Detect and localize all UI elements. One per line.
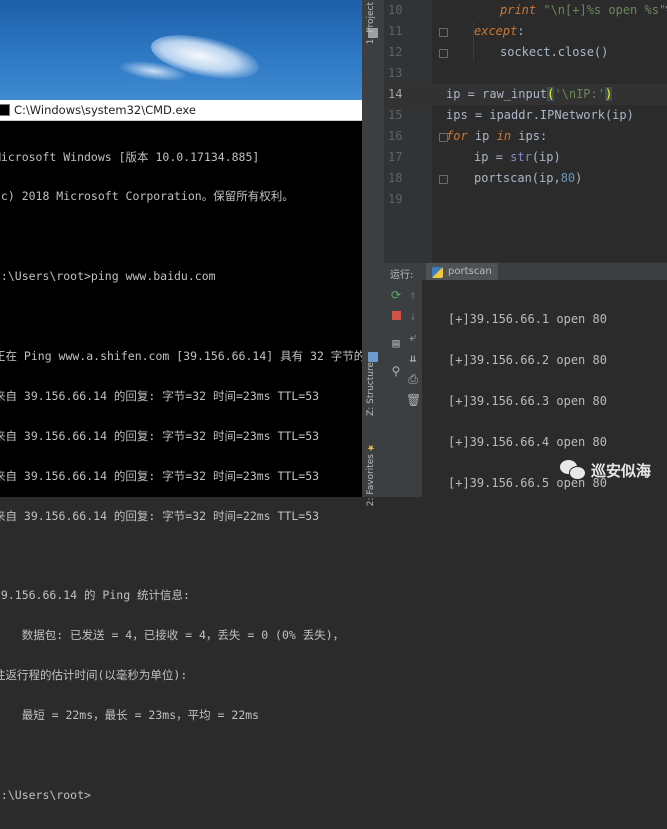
- cmd-app-icon: [0, 104, 10, 116]
- cmd-line: 39.156.66.14 的 Ping 统计信息:: [0, 588, 190, 603]
- run-toolbar: ⟳ ↑ ↓ ▤ ⤶ ⇊ ⚲ ⎙ 🗑: [384, 280, 422, 497]
- cmd-line: 来自 39.156.66.14 的回复: 字节=32 时间=22ms TTL=5…: [0, 508, 320, 523]
- cmd-line: 往返行程的估计时间(以毫秒为单位):: [0, 668, 188, 683]
- code-editor[interactable]: 10 print "\n[+]%s open %s"%( 11 except: …: [384, 0, 667, 262]
- tool-window-strip: 1: Project Z: Structure ★ 2: Favorites: [362, 0, 385, 506]
- line-number: 19: [388, 192, 403, 206]
- code-text: :: [517, 24, 525, 38]
- cmd-line: 数据包: 已发送 = 4，已接收 = 4，丢失 = 0 (0% 丢失)，: [0, 628, 345, 643]
- console-line: [+]39.156.66.3 open 80: [448, 394, 607, 408]
- keyword: for: [446, 129, 468, 143]
- line-number: 18: [388, 171, 403, 185]
- clear-all-icon[interactable]: 🗑: [406, 393, 421, 407]
- structure-tab[interactable]: Z: Structure: [366, 362, 376, 416]
- wechat-logo-icon: [560, 460, 586, 480]
- line-number: 10: [388, 3, 403, 17]
- python-icon: [432, 267, 443, 278]
- cmd-line: Microsoft Windows [版本 10.0.17134.885]: [0, 149, 260, 164]
- structure-icon[interactable]: [368, 352, 378, 362]
- soft-wrap-icon[interactable]: ⤶: [406, 330, 420, 344]
- favorites-tab[interactable]: 2: Favorites: [366, 454, 376, 506]
- string-literal: '\nIP:': [554, 87, 605, 101]
- cmd-line: [0, 550, 362, 563]
- code-line-14-current[interactable]: 14 ip = raw_input('\nIP:'): [384, 84, 667, 105]
- cmd-line: (c) 2018 Microsoft Corporation。保留所有权利。: [0, 189, 294, 204]
- line-number: 16: [388, 129, 403, 143]
- cmd-line: 最短 = 22ms，最长 = 23ms，平均 = 22ms: [0, 708, 260, 723]
- scroll-up-icon[interactable]: ↑: [406, 288, 420, 302]
- code-line-10[interactable]: 10 print "\n[+]%s open %s"%(: [384, 0, 667, 21]
- keyword: in: [496, 129, 512, 143]
- code-line-19[interactable]: 19: [384, 189, 667, 210]
- console-line: [+]39.156.66.1 open 80: [448, 312, 607, 326]
- ide-window: 1: Project Z: Structure ★ 2: Favorites 1…: [362, 0, 667, 506]
- scroll-to-end-icon[interactable]: ⇊: [406, 351, 420, 365]
- line-number: 12: [388, 45, 403, 59]
- cmd-line: 正在 Ping www.a.shifen.com [39.156.66.14] …: [0, 349, 396, 364]
- keyword: print: [500, 3, 537, 17]
- code-text: ips:: [511, 129, 548, 143]
- cmd-prompt[interactable]: C:\Users\root>: [0, 788, 362, 802]
- line-number: 17: [388, 150, 403, 164]
- line-number: 14: [388, 87, 403, 101]
- keyword: except: [474, 24, 518, 38]
- desktop-wallpaper: [0, 0, 362, 100]
- cmd-output[interactable]: Microsoft Windows [版本 10.0.17134.885] (c…: [0, 121, 396, 829]
- project-tab[interactable]: 1: Project: [366, 2, 376, 44]
- code-line-12[interactable]: 12 sockect.close(): [384, 42, 667, 63]
- cmd-line: 来自 39.156.66.14 的回复: 字节=32 时间=23ms TTL=5…: [0, 388, 320, 403]
- console-line: [+]39.156.66.4 open 80: [448, 435, 607, 449]
- cmd-titlebar[interactable]: C:\Windows\system32\CMD.exe: [0, 100, 362, 121]
- code-text: portscan(ip,: [474, 171, 561, 185]
- code-line-17[interactable]: 17 ip = str(ip): [384, 147, 667, 168]
- favorites-star-icon[interactable]: ★: [366, 442, 376, 452]
- watermark: 巡安似海: [560, 456, 651, 484]
- cmd-line: 来自 39.156.66.14 的回复: 字节=32 时间=23ms TTL=5…: [0, 428, 320, 443]
- matched-brace: ): [604, 87, 613, 101]
- scroll-down-icon[interactable]: ↓: [406, 309, 420, 323]
- cmd-line: [0, 749, 362, 762]
- console-line: [+]39.156.66.2 open 80: [448, 353, 607, 367]
- restore-layout-icon[interactable]: ▤: [389, 336, 403, 350]
- cmd-title: C:\Windows\system32\CMD.exe: [14, 103, 196, 117]
- cmd-line: C:\Users\root>ping www.baidu.com: [0, 269, 216, 284]
- line-number: 11: [388, 24, 403, 38]
- string-literal: "\n[+]%s open %s": [536, 3, 667, 17]
- rerun-icon[interactable]: ⟳: [389, 288, 403, 302]
- pin-tab-icon[interactable]: ⚲: [389, 364, 403, 378]
- run-tab-label: portscan: [448, 266, 492, 277]
- stop-icon[interactable]: [389, 309, 403, 323]
- watermark-text: 巡安似海: [591, 461, 652, 480]
- cmd-line: 来自 39.156.66.14 的回复: 字节=32 时间=23ms TTL=5…: [0, 468, 320, 483]
- code-text: sockect.close(): [500, 45, 609, 59]
- cmd-line: [0, 230, 362, 243]
- line-number: 13: [388, 66, 403, 80]
- code-text: ip: [467, 129, 497, 143]
- function-name: raw_input: [482, 87, 548, 101]
- cmd-window[interactable]: C:\Windows\system32\CMD.exe Microsoft Wi…: [0, 100, 395, 802]
- code-line-11[interactable]: 11 except:: [384, 21, 667, 42]
- run-tab-portscan[interactable]: portscan: [426, 263, 498, 281]
- code-text: ips = ipaddr.IPNetwork(ip): [446, 108, 634, 122]
- run-label: 运行:: [390, 270, 414, 281]
- code-line-18[interactable]: 18 portscan(ip,80): [384, 168, 667, 189]
- run-panel-header: 运行: portscan: [384, 262, 667, 281]
- code-line-16[interactable]: 16 for ip in ips:: [384, 126, 667, 147]
- builtin-name: str: [510, 150, 532, 164]
- code-line-13[interactable]: 13: [384, 63, 667, 84]
- line-number: 15: [388, 108, 403, 122]
- number-literal: 80: [560, 171, 576, 185]
- code-text: ip =: [474, 150, 511, 164]
- code-text: ): [575, 171, 583, 185]
- print-icon[interactable]: ⎙: [406, 372, 420, 386]
- code-text: ip =: [446, 87, 483, 101]
- cmd-line: [0, 310, 362, 323]
- code-line-15[interactable]: 15 ips = ipaddr.IPNetwork(ip): [384, 105, 667, 126]
- code-text: (ip): [531, 150, 561, 164]
